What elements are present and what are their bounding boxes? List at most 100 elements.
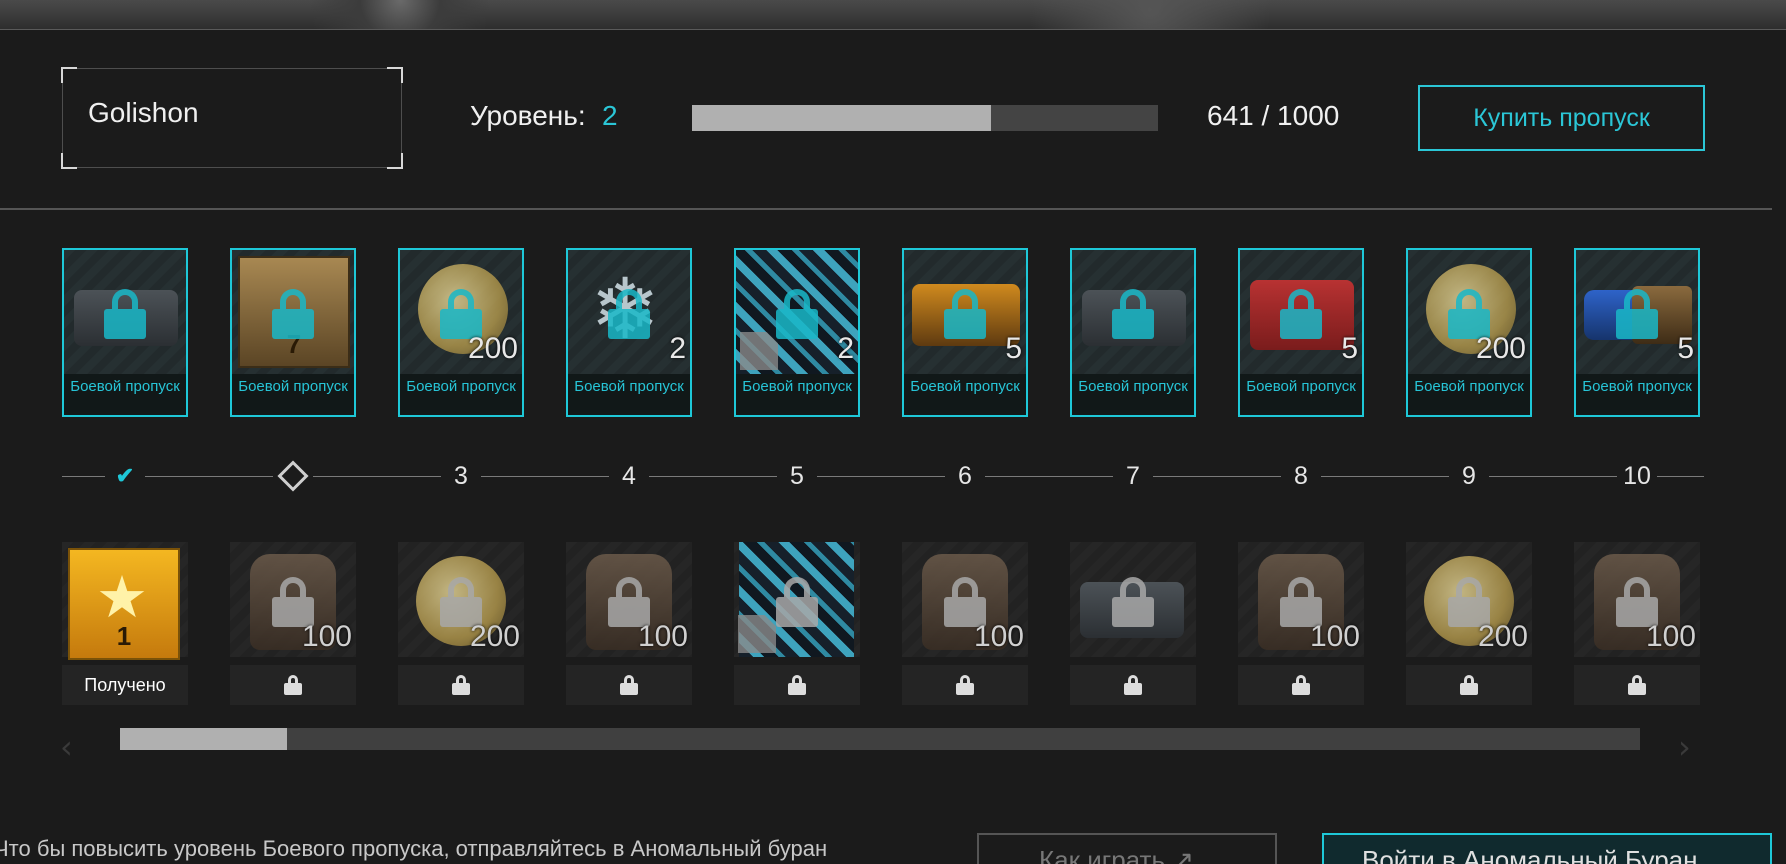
reward-image: 2 <box>736 250 858 374</box>
frame-corner <box>61 153 77 169</box>
reward-quantity: 2 <box>669 332 686 365</box>
reward-quantity: 100 <box>301 620 352 653</box>
lock-icon <box>776 289 818 340</box>
lock-icon <box>1628 675 1646 695</box>
frame-corner <box>61 67 77 83</box>
reward-image: ★ 1 <box>62 542 188 660</box>
reward-label: Боевой пропуск <box>400 374 522 415</box>
level-value: 2 <box>602 100 618 131</box>
premium-reward-card[interactable]: 200 Боевой пропуск <box>398 248 524 417</box>
reward-label: Боевой пропуск <box>64 374 186 415</box>
premium-reward-card[interactable]: 7 Боевой пропуск <box>230 248 356 417</box>
premium-reward-card[interactable]: 200 Боевой пропуск <box>1406 248 1532 417</box>
how-to-play-button[interactable]: Как играть ↗ <box>977 833 1277 864</box>
lock-icon <box>1124 675 1142 695</box>
premium-reward-card[interactable]: Боевой пропуск <box>1070 248 1196 417</box>
reward-image: 200 <box>400 250 522 374</box>
track-level-number: 6 <box>945 460 985 492</box>
reward-image: 200 <box>398 542 524 657</box>
reward-image: 100 <box>230 542 356 657</box>
locked-footer <box>902 665 1028 705</box>
reward-quantity: 200 <box>1477 620 1528 653</box>
premium-reward-card[interactable]: 5 Боевой пропуск <box>1574 248 1700 417</box>
free-reward-card[interactable]: 100 <box>230 542 356 705</box>
lock-icon <box>1112 289 1154 340</box>
locked-footer <box>230 665 356 705</box>
premium-reward-card[interactable]: 5 Боевой пропуск <box>1238 248 1364 417</box>
external-link-icon: ↗ <box>1172 845 1195 864</box>
locked-footer <box>734 665 860 705</box>
reward-image <box>1072 250 1194 374</box>
scroll-left-icon[interactable]: ‹ <box>60 728 73 766</box>
track-level-number: 3 <box>441 460 481 492</box>
lock-icon <box>620 675 638 695</box>
free-reward-card[interactable]: 100 <box>1574 542 1700 705</box>
xp-text: 641 / 1000 <box>1207 100 1340 131</box>
reward-quantity: 100 <box>1309 620 1360 653</box>
lock-icon <box>272 289 314 340</box>
backpack-icon <box>738 615 776 653</box>
lock-icon <box>1616 289 1658 340</box>
lock-icon <box>776 576 818 627</box>
current-level-diamond-icon <box>273 460 313 492</box>
reward-quantity: 2 <box>837 332 854 365</box>
reward-label: Боевой пропуск <box>1240 374 1362 415</box>
free-reward-card[interactable] <box>1070 542 1196 705</box>
reward-image: 200 <box>1408 250 1530 374</box>
reward-image: 7 <box>232 250 354 374</box>
locked-footer <box>566 665 692 705</box>
reward-label: Боевой пропуск <box>1072 374 1194 415</box>
free-reward-card[interactable]: ★ 1 Получено <box>62 542 188 705</box>
lock-icon <box>1460 675 1478 695</box>
reward-label: Боевой пропуск <box>736 374 858 415</box>
reward-image <box>1070 542 1196 657</box>
locked-footer <box>1574 665 1700 705</box>
lock-icon <box>788 675 806 695</box>
lock-icon <box>284 675 302 695</box>
free-reward-card[interactable]: 200 <box>1406 542 1532 705</box>
reward-quantity: 200 <box>1475 332 1526 365</box>
free-reward-card[interactable]: 100 <box>566 542 692 705</box>
free-reward-card[interactable]: 200 <box>398 542 524 705</box>
free-reward-card[interactable]: 100 <box>1238 542 1364 705</box>
reward-image: 100 <box>1574 542 1700 657</box>
lock-icon <box>1112 576 1154 627</box>
completed-check-icon: ✔ <box>105 460 145 492</box>
premium-reward-card[interactable]: Боевой пропуск <box>62 248 188 417</box>
header-divider <box>0 208 1772 210</box>
player-name: Golishon <box>88 97 199 128</box>
reward-image: 5 <box>1576 250 1698 374</box>
scrollbar-thumb[interactable] <box>120 728 288 750</box>
free-reward-card[interactable]: 100 <box>902 542 1028 705</box>
lock-icon <box>1292 675 1310 695</box>
enter-anomaly-button[interactable]: Войти в Аномальный Буран <box>1322 833 1772 864</box>
premium-reward-card[interactable]: ❄2Боевой пропуск <box>566 248 692 417</box>
locked-footer <box>1406 665 1532 705</box>
locked-footer <box>1238 665 1364 705</box>
scroll-right-icon[interactable]: › <box>1678 728 1691 766</box>
premium-reward-card[interactable]: 2 Боевой пропуск <box>734 248 860 417</box>
track-level-number: 9 <box>1449 460 1489 492</box>
reward-label: Боевой пропуск <box>904 374 1026 415</box>
track-level-number: 7 <box>1113 460 1153 492</box>
hint-text: Что бы повысить уровень Боевого пропуска… <box>0 836 828 861</box>
rewards-scrollbar[interactable] <box>120 728 1640 750</box>
lock-icon <box>956 675 974 695</box>
free-reward-card[interactable] <box>734 542 860 705</box>
reward-quantity: 5 <box>1005 332 1022 365</box>
lock-icon <box>104 289 146 340</box>
reward-quantity: 200 <box>467 332 518 365</box>
gold-badge-icon: ★ 1 <box>68 548 180 660</box>
reward-image: 100 <box>566 542 692 657</box>
reward-label: Боевой пропуск <box>1408 374 1530 415</box>
reward-image: ❄2 <box>568 250 690 374</box>
reward-quantity: 5 <box>1677 332 1694 365</box>
reward-label: Боевой пропуск <box>568 374 690 415</box>
backpack-icon <box>740 332 778 370</box>
player-name-box: Golishon <box>61 67 403 169</box>
premium-reward-card[interactable]: 5 Боевой пропуск <box>902 248 1028 417</box>
buy-pass-button[interactable]: Купить пропуск <box>1418 85 1705 151</box>
lock-icon <box>944 289 986 340</box>
lock-icon <box>452 675 470 695</box>
reward-image <box>64 250 186 374</box>
